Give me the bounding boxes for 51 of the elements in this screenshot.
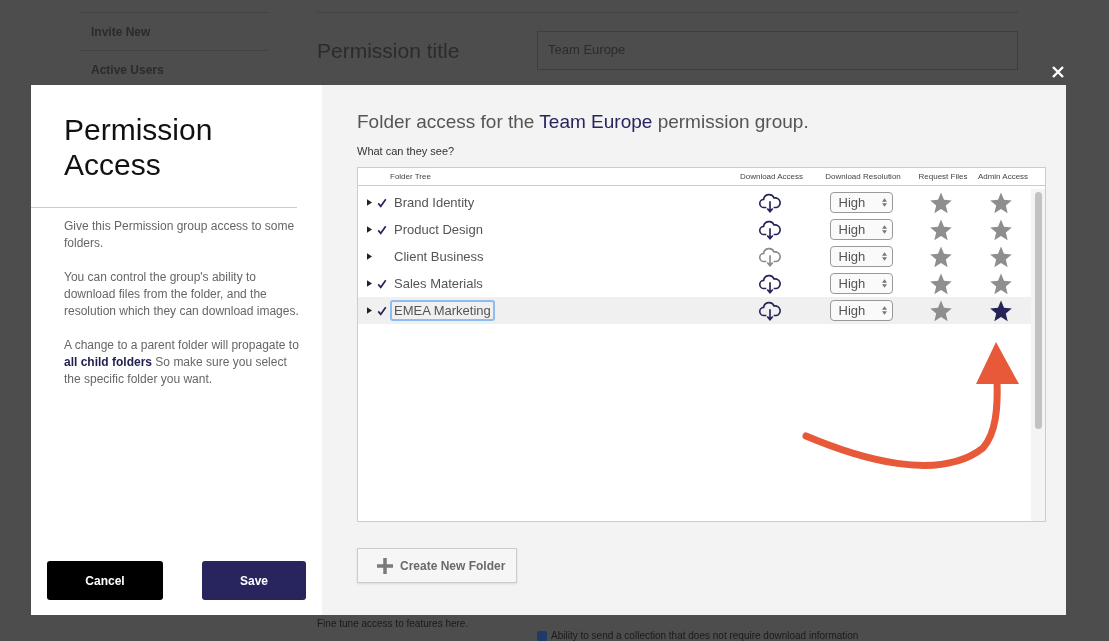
column-header: Download Resolution: [824, 172, 902, 181]
expand-caret-icon[interactable]: [367, 280, 372, 287]
folder-name[interactable]: Product Design: [390, 219, 487, 240]
resolution-select[interactable]: High: [829, 219, 893, 240]
save-button[interactable]: Save: [202, 561, 306, 600]
resolution-select[interactable]: High: [829, 300, 893, 321]
checkmark-icon[interactable]: [377, 224, 387, 235]
stepper-icon: [881, 306, 887, 315]
description-text: A change to a parent folder will propagate to all child folders So make sure you select the specific folder you want.: [64, 337, 300, 388]
description-text: You can control the group's ability to download files from the folder, and the resolution which they can download images.: [64, 269, 300, 320]
folder-name[interactable]: Brand Identity: [390, 192, 479, 213]
cloud-download-icon[interactable]: [757, 219, 782, 240]
scrollbar-thumb[interactable]: [1034, 192, 1042, 429]
folder-name[interactable]: Client Business: [390, 246, 488, 267]
column-header: Request Files: [917, 172, 969, 181]
folder-name[interactable]: Sales Materials: [390, 273, 487, 294]
resolution-select[interactable]: High: [829, 273, 893, 294]
cloud-download-icon[interactable]: [757, 273, 782, 294]
close-icon[interactable]: [1051, 65, 1065, 79]
checkbox[interactable]: [537, 630, 547, 641]
column-header: Folder Tree: [389, 172, 432, 181]
section-subheading: What can they see?: [357, 145, 456, 157]
expand-caret-icon[interactable]: [367, 226, 372, 233]
cloud-download-icon[interactable]: [757, 300, 782, 321]
folder-row[interactable]: Product Design High: [358, 216, 1031, 243]
checkmark-icon[interactable]: [377, 197, 387, 208]
folder-row[interactable]: EMEA Marketing High: [358, 297, 1031, 324]
folder-row[interactable]: Brand Identity High: [358, 189, 1031, 216]
stepper-icon: [881, 252, 887, 261]
stepper-icon: [881, 279, 887, 288]
resolution-select[interactable]: High: [829, 192, 893, 213]
stepper-icon: [881, 225, 887, 234]
create-folder-button[interactable]: Create New Folder: [357, 548, 518, 583]
folder-row[interactable]: Client Business High: [358, 243, 1031, 270]
plus-icon: [377, 557, 393, 574]
description-text: Give this Permission group access to some folders.: [64, 218, 296, 252]
stepper-icon: [881, 198, 887, 207]
expand-caret-icon[interactable]: [367, 199, 372, 206]
modal-title: Permission Access: [31, 85, 297, 208]
folder-name[interactable]: EMEA Marketing: [390, 300, 495, 321]
cancel-button[interactable]: Cancel: [47, 561, 163, 600]
checkmark-icon[interactable]: [377, 278, 387, 289]
column-header: Admin Access: [976, 172, 1030, 181]
expand-caret-icon[interactable]: [367, 307, 372, 314]
section-heading: Folder access for the Team Europe permission group.: [357, 111, 810, 133]
resolution-select[interactable]: High: [829, 246, 893, 267]
expand-caret-icon[interactable]: [367, 253, 372, 260]
folder-row[interactable]: Sales Materials High: [358, 270, 1031, 297]
column-header: Download Access: [738, 172, 805, 181]
cloud-download-icon[interactable]: [757, 192, 782, 213]
checkmark-icon[interactable]: [377, 305, 387, 316]
